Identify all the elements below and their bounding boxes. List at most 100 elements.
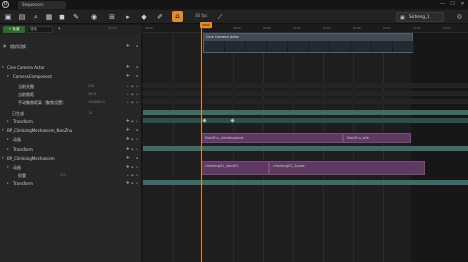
track-label: CameraComponent (13, 74, 52, 79)
animation-clip[interactable]: climbing01_start01 (201, 161, 269, 175)
menu-icon[interactable]: ▪ (136, 74, 139, 78)
current-frame-field[interactable]: 0000 (108, 26, 117, 30)
curve-icon[interactable]: ✐ (156, 13, 164, 21)
track-label: Transform (13, 119, 33, 124)
focal-length-track[interactable] (143, 91, 468, 96)
spawned-track-bar[interactable] (143, 110, 468, 115)
save-icon[interactable]: ▣ (4, 13, 12, 21)
keyframe-nav-icon[interactable]: ◂ ◆ ▸ (127, 84, 139, 88)
camera-transform-track-bar[interactable] (143, 118, 468, 123)
filter-icon[interactable]: ▾ (58, 26, 61, 32)
menu-icon[interactable]: ▪ (136, 128, 139, 132)
focus-distance-track[interactable] (143, 99, 468, 104)
keyframe-nav-icon[interactable]: ◂ ◆ ▸ (127, 165, 139, 169)
time-ruler[interactable]: 0000 0030 0060 0090 0120 0150 0180 0210 … (143, 25, 468, 33)
property-value[interactable]: 35.0 (88, 92, 96, 96)
checkbox-icon[interactable]: ☑ (89, 111, 92, 115)
nanzhu-transform-track-bar[interactable] (143, 146, 468, 151)
add-icon[interactable]: + (126, 64, 130, 70)
folder-icon[interactable]: ▤ (18, 13, 26, 21)
track-label: 手动聚焦距离（聚焦设置） (18, 100, 66, 105)
unreal-logo-icon: U (2, 1, 9, 8)
camera-icon[interactable]: ◼ (58, 13, 66, 21)
expand-icon[interactable]: ▾ (7, 74, 9, 78)
animation-clip[interactable]: NanZhu_climbingstart (201, 133, 343, 143)
settings-icon[interactable]: ▸ (124, 13, 132, 21)
keyframe-nav-icon[interactable]: ◂ ◆ ▸ (127, 181, 139, 185)
outliner-header: + 轨道 搜索 ▾ 0000 (0, 25, 142, 35)
add-icon[interactable]: + (126, 73, 130, 79)
expand-icon[interactable]: ▸ (7, 137, 9, 141)
playback-icon[interactable]: ◉ (90, 13, 98, 21)
sequencer-tab[interactable]: Sequencer (18, 1, 66, 9)
track-label: 权重 (18, 173, 26, 178)
expand-icon[interactable]: ▾ (7, 165, 9, 169)
add-icon[interactable]: + (126, 155, 130, 161)
expand-icon[interactable]: ▸ (7, 119, 9, 123)
keyframe-nav-icon[interactable]: ◂ ◆ ▸ (127, 147, 139, 151)
track-label: BP_ClimbingMechanism (7, 156, 55, 161)
menu-icon[interactable]: ▪ (136, 65, 139, 69)
expand-icon[interactable]: ▾ (2, 65, 4, 69)
lock-icon[interactable]: ⌂ (172, 11, 183, 22)
camera-cut-icon: ▣ (3, 44, 7, 48)
minimize-button[interactable]: — (439, 1, 446, 8)
render-icon[interactable]: ▦ (45, 13, 53, 21)
track-label: 动画 (13, 165, 21, 170)
track-label: 当前光圈 (18, 84, 34, 89)
ruler-tick-label: 0150 (323, 26, 331, 30)
sequence-breadcrumb[interactable]: ▣ Sicheng_1 (396, 12, 444, 22)
camera-cut-section[interactable]: Cine Camera Actor (203, 33, 414, 53)
camera-thumbnail (309, 41, 330, 52)
menu-icon[interactable]: ▪ (136, 44, 139, 48)
property-value[interactable]: 100000.0 (88, 100, 105, 104)
add-icon[interactable]: + (126, 127, 130, 133)
keyframe-nav-icon[interactable]: ◂ ◆ ▸ (127, 92, 139, 96)
add-icon[interactable]: + (126, 43, 130, 49)
climbing-transform-track-bar[interactable] (143, 180, 468, 185)
playhead-handle[interactable]: 0000 (200, 22, 212, 28)
keyframe-nav-icon[interactable]: ◂ ◆ ▸ (127, 173, 139, 177)
track-label: BP_ClimbingMechanism_NanZhu (7, 128, 73, 133)
ruler-tick-label: 0000 (145, 26, 153, 30)
animation-clip[interactable]: climbing01_2pose (269, 161, 425, 175)
timeline-area[interactable]: 0000 0030 0060 0090 0120 0150 0180 0210 … (143, 22, 468, 262)
camera-thumbnail (288, 41, 309, 52)
property-value[interactable]: 2.8 (88, 84, 94, 88)
keyframe-nav-icon[interactable]: ◂ ◆ ▸ (127, 137, 139, 141)
ruler-tick-label: 0210 (383, 26, 391, 30)
add-track-button[interactable]: + 轨道 (3, 26, 25, 33)
track-outliner: + 轨道 搜索 ▾ 0000 ▣ 相机切换 + ▪ ▾ Cine Camera … (0, 25, 142, 262)
keyframe-nav-icon[interactable]: ◂ ◆ ▸ (127, 119, 139, 123)
expand-icon[interactable]: ▾ (2, 156, 4, 160)
track-label: 当前焦距 (18, 92, 34, 97)
expand-icon[interactable]: ▸ (7, 181, 9, 185)
ruler-tick-label: 0270 (443, 26, 451, 30)
expand-icon[interactable]: ▸ (7, 147, 9, 151)
key-icon[interactable]: ✎ (72, 13, 80, 21)
property-value[interactable]: 1.0 (60, 173, 66, 177)
track-search-input[interactable]: 搜索 (27, 26, 53, 33)
close-button[interactable]: ✕ (459, 1, 466, 8)
playhead-line[interactable] (201, 28, 202, 262)
camera-thumbnail (351, 41, 372, 52)
maximize-button[interactable]: ☐ (449, 1, 456, 8)
ruler-tick-label: 0180 (353, 26, 361, 30)
fps-dropdown[interactable]: 30 fps (195, 13, 207, 18)
view-options-icon[interactable]: ◎ (457, 13, 462, 20)
camera-thumbnail (225, 41, 246, 52)
aperture-track[interactable] (143, 83, 468, 88)
menu-icon[interactable]: ▪ (136, 156, 139, 160)
sequence-name: Sicheng_1 (409, 14, 430, 19)
keyframe-nav-icon[interactable]: ◂ ◆ ▸ (127, 100, 139, 104)
expand-icon[interactable]: ▾ (2, 128, 4, 132)
camera-thumbnail (393, 41, 414, 52)
title-bar: U Sequencer — ☐ ✕ (0, 0, 468, 9)
camera-thumbnail (372, 41, 393, 52)
marker-icon[interactable]: ⟋ (216, 13, 224, 21)
animation-clip[interactable]: NanZhu_idle (343, 133, 411, 143)
ruler-tick-label: 0090 (263, 26, 271, 30)
search-icon[interactable]: ⌕ (32, 13, 40, 21)
snap-icon[interactable]: ⊞ (108, 13, 116, 21)
selection-icon[interactable]: ◆ (140, 13, 148, 21)
